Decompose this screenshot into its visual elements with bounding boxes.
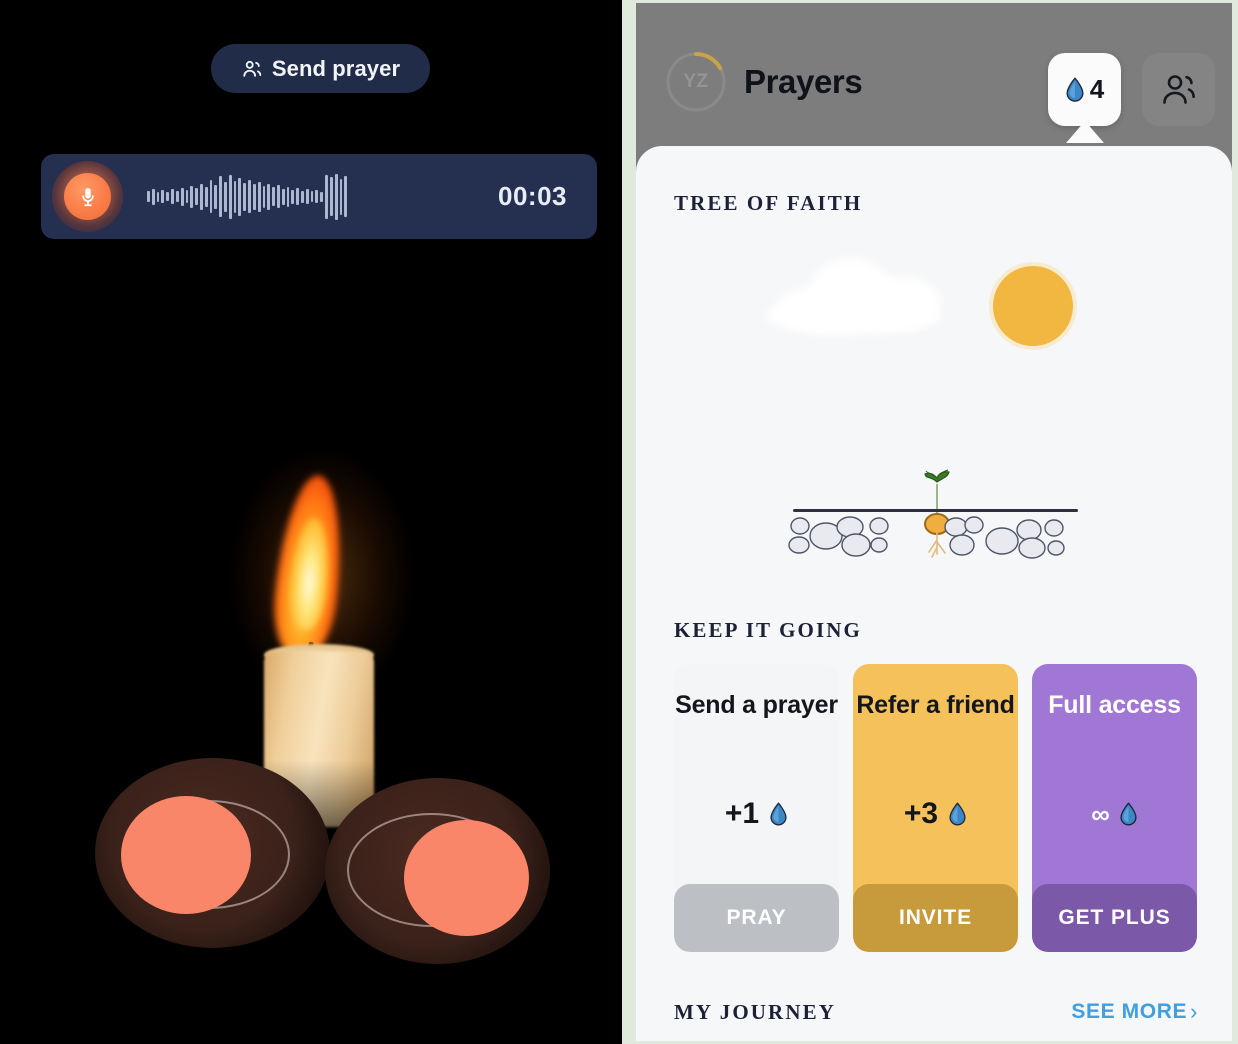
water-drop-icon	[1119, 802, 1138, 827]
get-plus-button[interactable]: GET PLUS	[1032, 884, 1197, 952]
disc-dot	[121, 796, 251, 914]
page-title: Prayers	[744, 63, 863, 100]
drops-balance-badge[interactable]: 4	[1048, 53, 1121, 126]
prayers-bottom-sheet: TREE OF FAITH KEEP IT GOING Send a praye…	[636, 146, 1232, 1041]
chevron-right-icon: ›	[1190, 999, 1198, 1024]
card-title: Send a prayer	[675, 691, 838, 719]
friends-button[interactable]	[1142, 53, 1215, 126]
avatar-initials: YZ	[683, 71, 709, 92]
voice-recording-bar[interactable]: 00:03	[41, 154, 597, 239]
keep-it-going-cards: Send a prayer +1 PRAY Refer a friend +3 …	[674, 664, 1198, 952]
card-refer-a-friend[interactable]: Refer a friend +3 INVITE	[853, 664, 1018, 952]
mic-halo	[52, 161, 123, 232]
badge-tooltip-arrow	[1066, 121, 1104, 143]
audio-waveform	[147, 168, 348, 225]
card-title: Refer a friend	[856, 691, 1015, 719]
see-more-label: SEE MORE	[1071, 1000, 1188, 1023]
app-header: YZ Prayers 4	[636, 3, 1232, 151]
invite-button[interactable]: INVITE	[853, 884, 1018, 952]
reward-amount: +3	[903, 797, 939, 831]
cloud-icon	[766, 251, 966, 337]
water-drop-icon	[1065, 77, 1085, 103]
send-prayer-button[interactable]: Send prayer	[211, 44, 430, 93]
disc-dot	[404, 820, 529, 936]
mic-record-button[interactable]	[64, 173, 111, 220]
prayer-disc-right[interactable]	[325, 778, 550, 964]
candle-scene	[0, 430, 622, 1044]
water-drop-icon	[948, 802, 967, 827]
infinity-icon: ∞	[1091, 798, 1110, 829]
see-more-link[interactable]: SEE MORE ›	[1071, 1000, 1198, 1024]
pray-button[interactable]: PRAY	[674, 884, 839, 952]
my-journey-row: MY JOURNEY SEE MORE ›	[674, 992, 1198, 1032]
prayers-app-panel: YZ Prayers 4 TREE OF FAITH KEEP IT GOING…	[636, 3, 1232, 1041]
candle-prayer-panel: Send prayer 00:03	[0, 0, 622, 1044]
keep-it-going-heading: KEEP IT GOING	[674, 618, 862, 642]
card-full-access[interactable]: Full access ∞ GET PLUS	[1032, 664, 1197, 952]
card-title: Full access	[1048, 691, 1181, 719]
drops-count: 4	[1089, 74, 1105, 104]
people-icon	[1159, 73, 1199, 107]
sun-icon	[993, 266, 1073, 346]
microphone-icon	[77, 186, 99, 208]
prayer-disc-left[interactable]	[95, 758, 330, 948]
water-drop-icon	[769, 802, 788, 827]
tree-of-faith-heading: TREE OF FAITH	[674, 191, 863, 215]
pebbles-icon	[786, 512, 1086, 564]
send-prayer-label: Send prayer	[271, 55, 401, 81]
app-screenshot: Send prayer 00:03 YZ Prayers 4 TREE OF F…	[0, 0, 1238, 1044]
people-icon	[241, 58, 263, 80]
card-send-a-prayer[interactable]: Send a prayer +1 PRAY	[674, 664, 839, 952]
avatar[interactable]: YZ	[665, 51, 727, 113]
recording-elapsed-time: 00:03	[498, 181, 567, 211]
tree-of-faith-illustration	[636, 226, 1232, 596]
my-journey-heading: MY JOURNEY	[674, 999, 836, 1024]
reward-amount: +1	[724, 797, 760, 831]
